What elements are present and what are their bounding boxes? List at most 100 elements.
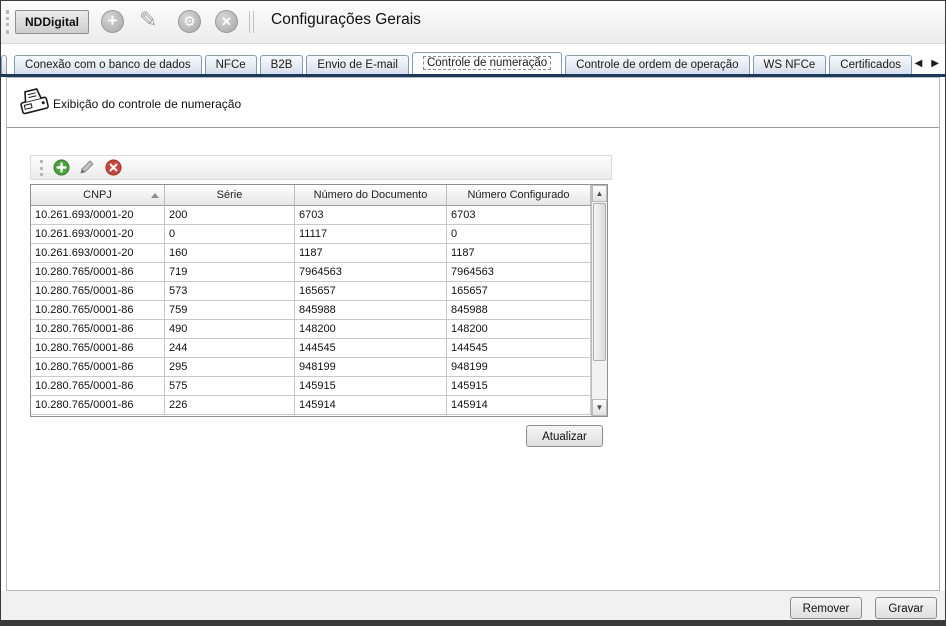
- tab-label: Envio de E-mail: [317, 59, 398, 71]
- remover-button[interactable]: Remover: [790, 597, 862, 619]
- table-cell: 10.280.765/0001-86: [31, 301, 165, 320]
- table-cell: 145914: [295, 396, 447, 415]
- table-cell: 10.280.765/0001-86: [31, 377, 165, 396]
- grid-scrollbar[interactable]: ▲ ▼: [591, 185, 607, 416]
- table-cell: 200: [165, 206, 295, 225]
- table-cell: 165657: [295, 282, 447, 301]
- tab-label: B2B: [271, 59, 293, 71]
- column-header-3[interactable]: Número do Documento: [295, 185, 447, 206]
- table-cell: 948199: [447, 358, 591, 377]
- fax-icon: [16, 85, 52, 126]
- table-row[interactable]: 10.261.693/0001-2016011871187: [31, 244, 591, 263]
- table-row[interactable]: 10.261.693/0001-2020067036703: [31, 206, 591, 225]
- nddigital-button[interactable]: NDDigital: [15, 10, 89, 34]
- grid-toolbar: [30, 155, 612, 180]
- tab-envio-de-e-mail[interactable]: Envio de E-mail: [306, 55, 409, 74]
- top-toolbar: NDDigital + ✎ ⚙ ✕ Configurações Gerais: [1, 1, 945, 44]
- add-row-icon[interactable]: [53, 159, 70, 176]
- add-icon[interactable]: +: [101, 10, 124, 33]
- column-header-4[interactable]: Número Configurado: [447, 185, 591, 206]
- close-icon[interactable]: ✕: [215, 10, 238, 33]
- gear-icon[interactable]: ⚙: [178, 10, 201, 33]
- grid-toolbar-grip[interactable]: [40, 160, 43, 176]
- table-cell: 1187: [295, 244, 447, 263]
- tab-label: Controle de numeração: [423, 56, 551, 70]
- pencil-icon[interactable]: ✎: [139, 7, 157, 33]
- configuracoes-gerais-window: NDDigital + ✎ ⚙ ✕ Configurações Gerais C…: [0, 0, 946, 626]
- table-cell: 160: [165, 244, 295, 263]
- table-cell: 7964563: [447, 263, 591, 282]
- table-row[interactable]: 10.280.765/0001-86573165657165657: [31, 282, 591, 301]
- scroll-up-icon[interactable]: ▲: [592, 185, 607, 202]
- table-cell: 719: [165, 263, 295, 282]
- table-cell: 948199: [295, 358, 447, 377]
- table-cell: 759: [165, 301, 295, 320]
- table-cell: 490: [165, 320, 295, 339]
- table-cell: 1187: [447, 244, 591, 263]
- tab-ws-nfce[interactable]: WS NFCe: [753, 55, 827, 74]
- tab-label: Conexão com o banco de dados: [25, 59, 191, 71]
- table-cell: 145915: [295, 377, 447, 396]
- tab-scroll-left-icon[interactable]: ◀: [915, 58, 923, 70]
- edit-row-icon[interactable]: [79, 159, 96, 176]
- table-row[interactable]: 10.280.765/0001-86295948199948199: [31, 358, 591, 377]
- toolbar-grip[interactable]: [6, 10, 9, 34]
- table-row[interactable]: 10.280.765/0001-86575145915145915: [31, 377, 591, 396]
- section-title: Exibição do controle de numeração: [53, 97, 241, 111]
- table-row[interactable]: 10.261.693/0001-200111170: [31, 225, 591, 244]
- table-cell: 10.261.693/0001-20: [31, 206, 165, 225]
- scrollbar-thumb[interactable]: [593, 203, 606, 361]
- table-cell: 10.280.765/0001-86: [31, 358, 165, 377]
- table-row[interactable]: 10.280.765/0001-86226145914145914: [31, 396, 591, 415]
- grid-body: 10.261.693/0001-202006703670310.261.693/…: [31, 206, 591, 415]
- grid-header: CNPJSérieNúmero do DocumentoNúmero Confi…: [31, 185, 591, 206]
- table-cell: 6703: [447, 206, 591, 225]
- table-row[interactable]: 10.280.765/0001-86244144545144545: [31, 339, 591, 358]
- scroll-down-icon[interactable]: ▼: [592, 399, 607, 416]
- tab-underline: [1, 74, 945, 77]
- table-cell: 226: [165, 396, 295, 415]
- tab-strip: Conexão com o banco de dados NFCe B2B Envio…: [1, 52, 915, 74]
- table-cell: 10.280.765/0001-86: [31, 263, 165, 282]
- grid-viewport: CNPJSérieNúmero do DocumentoNúmero Confi…: [31, 185, 591, 416]
- tab-label: NFCe: [216, 59, 246, 71]
- tab-scroll-right-icon[interactable]: ▶: [931, 58, 939, 70]
- tab-conex-o-com-o-banco-de-dados[interactable]: Conexão com o banco de dados: [14, 55, 202, 74]
- table-cell: 244: [165, 339, 295, 358]
- table-cell: 575: [165, 377, 295, 396]
- table-cell: 6703: [295, 206, 447, 225]
- column-header-2[interactable]: Série: [165, 185, 295, 206]
- tab-certificados[interactable]: Certificados: [829, 55, 912, 74]
- table-cell: 148200: [295, 320, 447, 339]
- section-divider: [7, 127, 939, 128]
- table-cell: 10.280.765/0001-86: [31, 339, 165, 358]
- tab-label: WS NFCe: [764, 59, 816, 71]
- numeracao-grid: CNPJSérieNúmero do DocumentoNúmero Confi…: [30, 184, 608, 417]
- toolbar-separator: [249, 11, 250, 33]
- table-row[interactable]: 10.280.765/0001-8671979645637964563: [31, 263, 591, 282]
- tab-nfce[interactable]: NFCe: [205, 55, 257, 74]
- table-cell: 148200: [447, 320, 591, 339]
- delete-row-icon[interactable]: [105, 159, 122, 176]
- table-cell: 144545: [447, 339, 591, 358]
- table-cell: 145914: [447, 396, 591, 415]
- table-cell: 10.280.765/0001-86: [31, 396, 165, 415]
- tab-controle-de-numera-o[interactable]: Controle de numeração: [412, 52, 562, 74]
- atualizar-button[interactable]: Atualizar: [526, 425, 603, 447]
- tab-controle-de-ordem-de-opera-o[interactable]: Controle de ordem de operação: [565, 55, 749, 74]
- table-cell: 11117: [295, 225, 447, 244]
- table-cell: 10.261.693/0001-20: [31, 244, 165, 263]
- table-row[interactable]: 10.280.765/0001-86490148200148200: [31, 320, 591, 339]
- tab-b2b[interactable]: B2B: [260, 55, 304, 74]
- sort-asc-icon: [151, 193, 159, 198]
- gravar-button[interactable]: Gravar: [875, 597, 937, 619]
- tab-scroll-buttons: ◀ ▶: [915, 58, 939, 70]
- table-cell: 0: [447, 225, 591, 244]
- column-header-1[interactable]: CNPJ: [31, 185, 165, 206]
- tab-partial[interactable]: [1, 55, 7, 74]
- table-row[interactable]: 10.280.765/0001-86759845988845988: [31, 301, 591, 320]
- table-cell: 845988: [295, 301, 447, 320]
- table-cell: 165657: [447, 282, 591, 301]
- table-cell: 295: [165, 358, 295, 377]
- toolbar-separator: [253, 11, 254, 33]
